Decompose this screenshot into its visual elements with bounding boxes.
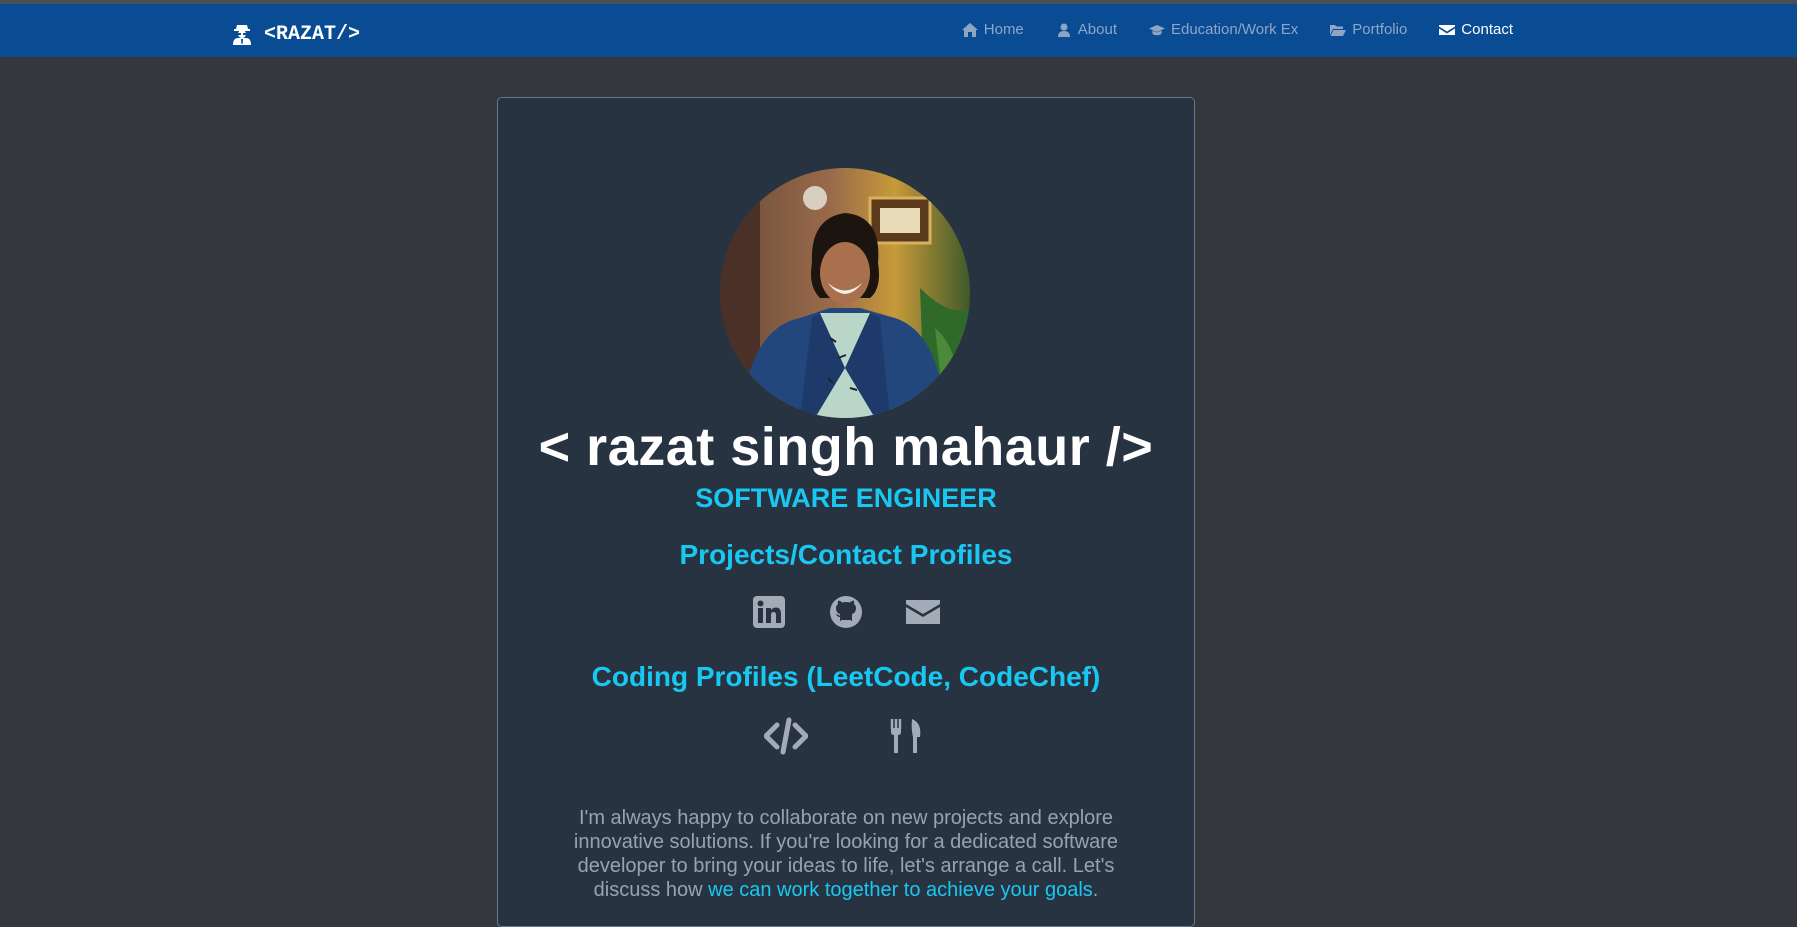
code-icon[interactable] — [764, 717, 808, 755]
nav-item-portfolio[interactable]: Portfolio — [1330, 21, 1407, 38]
home-icon — [961, 22, 978, 37]
projects-heading: Projects/Contact Profiles — [679, 539, 1013, 570]
github-icon[interactable] — [829, 595, 863, 629]
nav-item-education[interactable]: Education/Work Ex — [1148, 21, 1299, 38]
coding-profile-links — [498, 717, 1194, 755]
graduation-cap-icon — [1148, 24, 1165, 35]
nav-item-contact[interactable]: Contact — [1439, 21, 1513, 38]
brand-link[interactable]: <RAZAT/> — [232, 20, 360, 48]
folder-open-icon — [1330, 24, 1347, 36]
contact-blurb: I'm always happy to collaborate on new p… — [556, 806, 1136, 902]
blurb-link[interactable]: we can work together to achieve your goa… — [708, 879, 1093, 901]
nav-item-about[interactable]: About — [1056, 21, 1117, 38]
profile-card: < razat singh mahaur /> SOFTWARE ENGINEE… — [497, 97, 1195, 927]
nav-label-home: Home — [983, 21, 1024, 38]
nav-label-portfolio: Portfolio — [1352, 21, 1408, 38]
cutlery-icon[interactable] — [884, 717, 928, 755]
envelope-icon — [1439, 24, 1456, 35]
user-icon — [1057, 23, 1070, 37]
profile-name: < razat singh mahaur /> — [538, 417, 1154, 477]
brand-label: <RAZAT/> — [264, 22, 361, 46]
coding-heading: Coding Profiles (LeetCode, CodeChef) — [591, 661, 1101, 692]
linkedin-icon[interactable] — [752, 595, 786, 629]
nav-links: Home About Education/Work Ex Portfolio C… — [961, 21, 1513, 38]
envelope-icon[interactable] — [906, 595, 940, 629]
profile-role: SOFTWARE ENGINEER — [695, 483, 997, 513]
avatar — [720, 168, 970, 418]
nav-item-home[interactable]: Home — [961, 21, 1024, 38]
nav-label-about: About — [1077, 21, 1117, 38]
user-secret-icon — [233, 25, 251, 45]
navbar: <RAZAT/> Home About Education/Work Ex Po… — [0, 4, 1797, 57]
project-profile-links — [498, 595, 1194, 629]
blurb-end: . — [1092, 879, 1099, 901]
nav-label-contact: Contact — [1461, 21, 1513, 38]
nav-label-education: Education/Work Ex — [1170, 21, 1299, 38]
